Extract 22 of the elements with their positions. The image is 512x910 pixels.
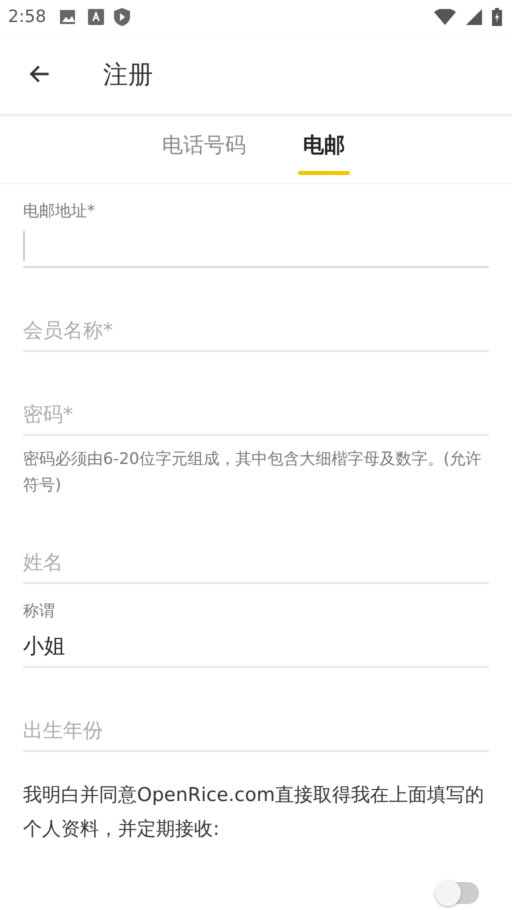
tab[interactable]: 电邮 <box>294 117 354 183</box>
consent-text: 我明白并同意OpenRice.com直接取得我在上面填写的个人资料，并定期接收: <box>23 783 485 842</box>
field-label: 称谓 <box>23 601 56 622</box>
field-value: 小姐 <box>23 633 65 660</box>
tab[interactable]: 电话号码 <box>158 117 250 183</box>
shield-icon <box>114 8 130 26</box>
input-field[interactable]: 会员名称* <box>23 268 489 352</box>
helper-text: 密码必须由6-20位字元组成，其中包含大细楷字母及数字。(允许符号) <box>23 448 483 496</box>
field-label: 电邮地址* <box>23 201 96 222</box>
input-field[interactable]: 电邮地址* <box>23 184 489 268</box>
signal-icon <box>466 9 482 25</box>
toggle-switch[interactable] <box>435 882 479 904</box>
text-icon <box>88 9 104 25</box>
input-field[interactable]: 密码* <box>23 352 489 436</box>
wifi-icon <box>434 9 456 25</box>
input-field[interactable]: 姓名 <box>23 500 489 584</box>
status-time: 2:58 <box>8 7 46 27</box>
battery-icon <box>492 8 502 26</box>
page-title: 注册 <box>103 58 153 90</box>
text-cursor <box>23 231 25 261</box>
input-field[interactable]: 出生年份 <box>23 668 489 752</box>
input-field[interactable]: 称谓 小姐 <box>23 584 489 668</box>
